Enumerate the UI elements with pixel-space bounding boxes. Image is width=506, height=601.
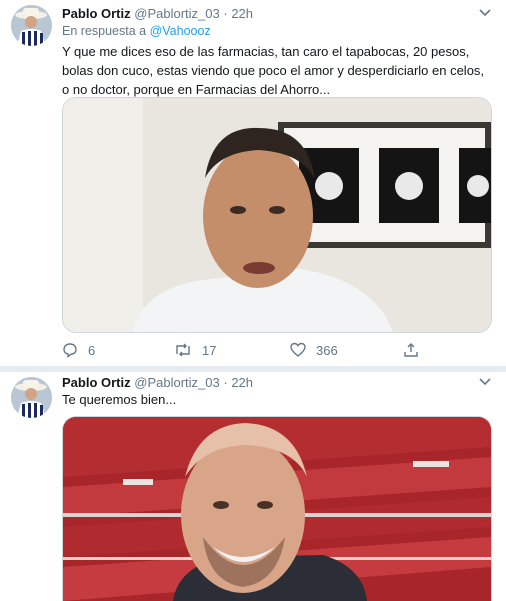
separator-dot: · bbox=[223, 375, 228, 390]
avatar-icon bbox=[11, 5, 52, 46]
tweet-text: Y que me dices eso de las farmacias, tan… bbox=[62, 44, 485, 97]
tweet-header: Pablo Ortiz @Pablortiz_03 · 22h bbox=[62, 6, 253, 24]
chevron-down-icon[interactable] bbox=[478, 6, 492, 20]
reply-button[interactable]: 6 bbox=[62, 340, 95, 360]
tweet-text: Te queremos bien... bbox=[62, 392, 177, 407]
retweet-button[interactable]: 17 bbox=[174, 340, 216, 360]
like-button[interactable]: 366 bbox=[290, 340, 338, 360]
tweet-photo[interactable] bbox=[62, 416, 492, 601]
author-name[interactable]: Pablo Ortiz bbox=[62, 375, 131, 390]
share-button[interactable] bbox=[403, 340, 429, 360]
author-name[interactable]: Pablo Ortiz bbox=[62, 6, 131, 21]
heart-icon bbox=[290, 342, 306, 357]
tweet-card[interactable]: Pablo Ortiz @Pablortiz_03 · 22h Te quere… bbox=[0, 372, 506, 601]
retweet-icon bbox=[176, 343, 190, 357]
chevron-down-icon[interactable] bbox=[478, 375, 492, 389]
timestamp[interactable]: 22h bbox=[231, 6, 253, 21]
retweet-count: 17 bbox=[202, 342, 217, 358]
author-handle[interactable]: @Pablortiz_03 bbox=[134, 375, 219, 390]
avatar-icon bbox=[11, 377, 52, 418]
like-count: 366 bbox=[316, 342, 338, 358]
avatar[interactable] bbox=[11, 5, 52, 46]
reply-context: En respuesta a @Vahoooz bbox=[62, 24, 211, 38]
photo-thumbnail bbox=[63, 417, 491, 601]
tweet-video[interactable] bbox=[62, 97, 492, 333]
video-thumbnail bbox=[63, 98, 491, 332]
tweet-actions: 6 17 366 bbox=[62, 340, 482, 360]
timestamp[interactable]: 22h bbox=[231, 375, 253, 390]
reply-label: En respuesta a bbox=[62, 24, 147, 38]
avatar[interactable] bbox=[11, 377, 52, 418]
reply-icon bbox=[63, 343, 77, 358]
separator-dot: · bbox=[223, 6, 228, 21]
author-handle[interactable]: @Pablortiz_03 bbox=[134, 6, 219, 21]
tweet-card[interactable]: Pablo Ortiz @Pablortiz_03 · 22h En respu… bbox=[0, 0, 506, 366]
share-icon bbox=[404, 343, 418, 357]
reply-count: 6 bbox=[88, 342, 96, 358]
reply-user-link[interactable]: @Vahoooz bbox=[150, 24, 211, 38]
